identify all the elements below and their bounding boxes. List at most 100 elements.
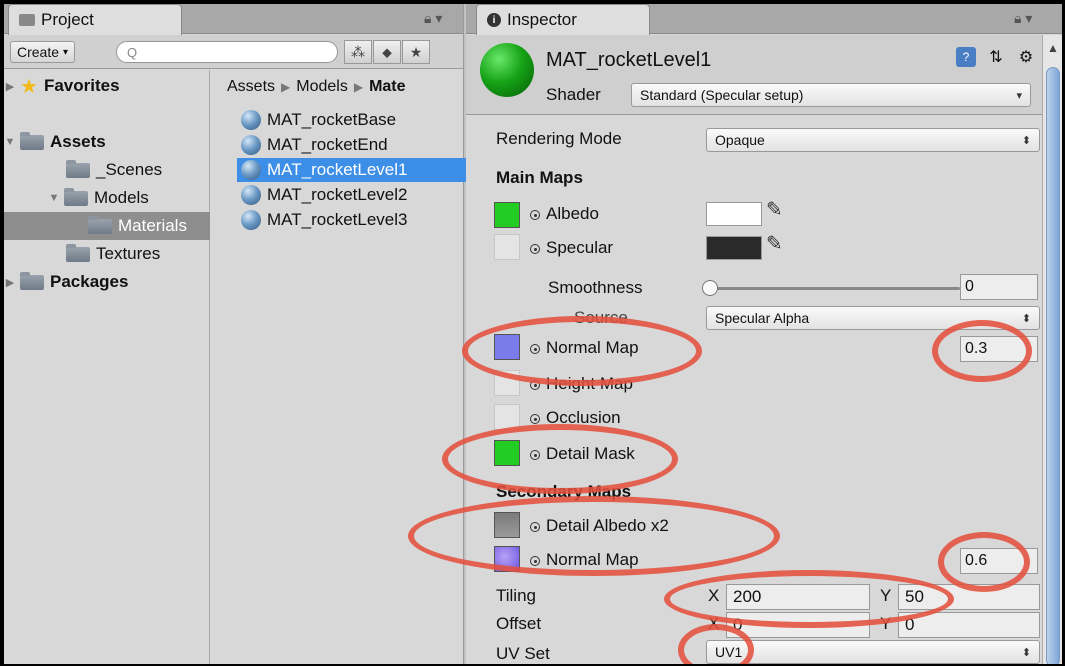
tiling-x-label: X <box>708 586 720 605</box>
object-picker-icon[interactable] <box>530 210 540 220</box>
object-picker-icon[interactable] <box>530 380 540 390</box>
tab-project[interactable]: Project <box>8 4 182 35</box>
detail-albedo-texture-slot[interactable] <box>494 512 520 538</box>
inspector-scrollbar[interactable]: ▲ <box>1042 35 1062 664</box>
height-map-texture-slot[interactable] <box>494 370 520 396</box>
help-book-icon[interactable]: ? <box>956 47 976 67</box>
collapse-arrow-icon[interactable]: ▼ <box>48 192 60 204</box>
specular-label[interactable]: Specular <box>530 238 613 258</box>
folder-icon <box>66 159 90 178</box>
albedo-texture-slot[interactable] <box>494 202 520 228</box>
tiling-y-label: Y <box>880 586 892 605</box>
object-picker-icon[interactable] <box>530 414 540 424</box>
detail-mask-texture-slot[interactable] <box>494 440 520 466</box>
file-label: MAT_rocketLevel1 <box>267 160 408 179</box>
secondary-normal-texture-slot[interactable] <box>494 546 520 572</box>
header-icons: ? ⇅ ⚙ <box>956 47 1036 67</box>
tree-item-models[interactable]: ▼ Models <box>4 184 210 212</box>
secondary-maps-header: Secondary Maps <box>496 482 632 501</box>
breadcrumb: Assets ▶ Models ▶ Mate <box>227 78 406 96</box>
folder-icon <box>20 271 44 290</box>
collapse-arrow-icon[interactable]: ▼ <box>4 136 16 148</box>
object-picker-icon[interactable] <box>530 522 540 532</box>
tiling-x-input[interactable]: 200 <box>726 584 870 610</box>
detail-mask-label[interactable]: Detail Mask <box>530 444 635 464</box>
list-item[interactable]: MAT_rocketLevel2 <box>241 183 471 207</box>
tab-inspector[interactable]: i Inspector <box>476 4 650 35</box>
shader-dropdown[interactable]: Standard (Specular setup) ▾ <box>631 83 1031 107</box>
object-picker-icon[interactable] <box>530 450 540 460</box>
object-picker-icon[interactable] <box>530 344 540 354</box>
breadcrumb-item[interactable]: Assets <box>227 78 275 95</box>
folder-icon <box>66 243 90 262</box>
list-item[interactable]: MAT_rocketEnd <box>241 133 471 157</box>
smoothness-label: Smoothness <box>548 278 643 297</box>
normal-map-scale-input[interactable]: 0.3 <box>960 336 1038 362</box>
search-icon: Q <box>127 44 138 60</box>
eyedropper-icon[interactable]: ✎ <box>766 197 783 222</box>
list-item-selected[interactable]: MAT_rocketLevel1 <box>237 158 467 182</box>
normal-map-texture-slot[interactable] <box>494 334 520 360</box>
list-item[interactable]: MAT_rocketBase <box>241 108 471 132</box>
unity-editor: Project 🔒︎ ▾ Create ▾ Q ⁂ ⬥ ★ ▶ ★ Favori… <box>4 4 1062 664</box>
object-picker-icon[interactable] <box>530 556 540 566</box>
chevron-down-icon: ▾ <box>63 46 69 58</box>
lock-icon[interactable]: 🔒︎ ▾ <box>1014 10 1032 27</box>
tree-item-assets[interactable]: ▼ Assets <box>4 128 210 156</box>
tree-item-scenes[interactable]: _Scenes <box>4 156 210 184</box>
albedo-color-swatch[interactable] <box>706 202 762 226</box>
tree-label: Textures <box>96 244 161 263</box>
preset-sliders-icon[interactable]: ⇅ <box>986 47 1006 67</box>
secondary-normal-map-label[interactable]: Normal Map <box>530 550 639 570</box>
detail-albedo-label[interactable]: Detail Albedo x2 <box>530 516 669 536</box>
occlusion-texture-slot[interactable] <box>494 404 520 430</box>
create-button[interactable]: Create ▾ <box>10 41 76 63</box>
specular-color-swatch[interactable] <box>706 236 762 260</box>
project-toolbar: Create ▾ Q ⁂ ⬥ ★ <box>4 35 463 69</box>
height-map-label[interactable]: Height Map <box>530 374 633 394</box>
file-label: MAT_rocketLevel3 <box>267 210 408 229</box>
albedo-label[interactable]: Albedo <box>530 204 599 224</box>
tree-item-favorites[interactable]: ▶ ★ Favorites <box>4 72 210 100</box>
folder-icon <box>20 131 44 150</box>
filter-by-label-icon[interactable]: ⬥ <box>373 40 401 64</box>
expand-arrow-icon[interactable]: ▶ <box>4 80 16 93</box>
tree-item-materials[interactable]: Materials <box>4 212 210 240</box>
specular-text: Specular <box>546 238 614 257</box>
tree-item-textures[interactable]: Textures <box>4 240 210 268</box>
scrollbar-thumb[interactable] <box>1046 67 1060 664</box>
tree-label: Assets <box>50 132 106 151</box>
create-label: Create <box>17 44 60 60</box>
eyedropper-icon[interactable]: ✎ <box>766 231 783 256</box>
rendering-mode-dropdown[interactable]: Opaque ⬍ <box>706 128 1040 152</box>
secondary-normal-text: Normal Map <box>546 550 639 569</box>
search-input[interactable]: Q <box>116 41 338 63</box>
object-picker-icon[interactable] <box>530 244 540 254</box>
file-label: MAT_rocketLevel2 <box>267 185 408 204</box>
secondary-normal-scale-input[interactable]: 0.6 <box>960 548 1038 574</box>
lock-icon[interactable]: 🔒︎ ▾ <box>424 10 442 27</box>
list-item[interactable]: MAT_rocketLevel3 <box>241 208 471 232</box>
offset-x-input[interactable]: 0 <box>726 612 870 638</box>
material-name: MAT_rocketLevel1 <box>546 49 712 71</box>
breadcrumb-item[interactable]: Mate <box>369 78 405 95</box>
smoothness-slider[interactable] <box>708 287 960 290</box>
occlusion-label[interactable]: Occlusion <box>530 408 621 428</box>
source-dropdown[interactable]: Specular Alpha ⬍ <box>706 306 1040 330</box>
gear-icon[interactable]: ⚙ <box>1016 47 1036 67</box>
offset-y-input[interactable]: 0 <box>898 612 1040 638</box>
tiling-y-input[interactable]: 50 <box>898 584 1040 610</box>
tree-item-packages[interactable]: ▶ Packages <box>4 268 210 296</box>
specular-texture-slot[interactable] <box>494 234 520 260</box>
filter-by-type-icon[interactable]: ⁂ <box>344 40 372 64</box>
up-down-arrow-icon: ⬍ <box>1021 134 1031 147</box>
uv-set-dropdown[interactable]: UV1 ⬍ <box>706 640 1040 664</box>
normal-map-label[interactable]: Normal Map <box>530 338 639 358</box>
expand-arrow-icon[interactable]: ▶ <box>4 276 16 289</box>
smoothness-input[interactable]: 0 <box>960 274 1038 300</box>
uv-set-value: UV1 <box>715 644 743 660</box>
breadcrumb-item[interactable]: Models <box>296 78 348 95</box>
scroll-up-arrow-icon[interactable]: ▲ <box>1047 41 1059 55</box>
favorite-star-icon[interactable]: ★ <box>402 40 430 64</box>
smoothness-slider-knob[interactable] <box>702 280 718 296</box>
